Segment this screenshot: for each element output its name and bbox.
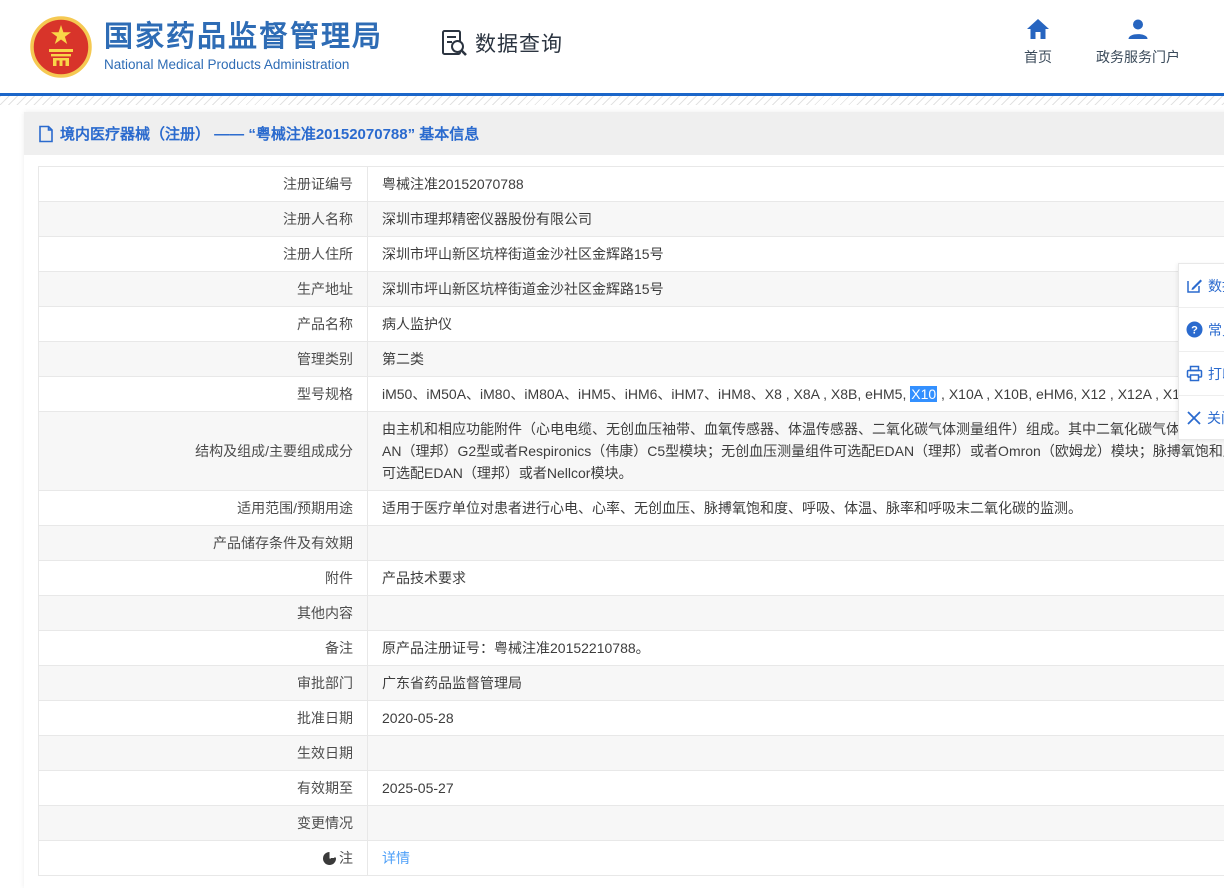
stripe-band [0,96,1224,105]
row-label: 注册人名称 [39,202,368,237]
row-value: 深圳市理邦精密仪器股份有限公司 [368,202,1224,237]
row-value [368,736,1224,771]
row-value: 粤械注准20152070788 [368,167,1224,202]
row-value: 广东省药品监督管理局 [368,666,1224,701]
org-name-cn: 国家药品监督管理局 [104,21,383,54]
side-panel-label: 常见 [1208,320,1224,340]
row-value: 由主机和相应功能附件（心电电缆、无创血压袖带、血氧传感器、体温传感器、二氧化碳气… [368,412,1224,491]
nav-portal[interactable]: 政务服务门户 [1096,18,1180,67]
model-text: iM50、iM50A、iM80、iM80A、iHM5、iHM6、iHM7、iHM… [382,386,910,402]
table-row: 其他内容 [39,596,1224,631]
org-title-block: 国家药品监督管理局 National Medical Products Admi… [104,21,383,72]
edit-icon [1186,277,1203,294]
side-panel-item-print[interactable]: 打印 [1179,352,1224,396]
side-panel-item-data[interactable]: 数据 [1179,264,1224,308]
row-label: 产品储存条件及有效期 [39,526,368,561]
row-value: 2020-05-28 [368,701,1224,736]
row-value: 深圳市坪山新区坑梓街道金沙社区金辉路15号 [368,237,1224,272]
question-icon: ? [1186,321,1203,338]
printer-icon [1186,365,1203,382]
row-label-text: 注 [339,850,353,866]
row-label: 批准日期 [39,701,368,736]
row-value: 病人监护仪 [368,307,1224,342]
row-label: 生效日期 [39,736,368,771]
row-value: 深圳市坪山新区坑梓街道金沙社区金辉路15号 [368,272,1224,307]
row-label: 型号规格 [39,377,368,412]
row-label: 注册证编号 [39,167,368,202]
row-label: 其他内容 [39,596,368,631]
table-row: 注册人名称深圳市理邦精密仪器股份有限公司 [39,202,1224,237]
nav-portal-label: 政务服务门户 [1096,47,1180,67]
row-value: 适用于医疗单位对患者进行心电、心率、无创血压、脉搏氧饱和度、呼吸、体温、脉率和呼… [368,491,1224,526]
row-value [368,596,1224,631]
table-row: 产品名称病人监护仪 [39,307,1224,342]
table-row: 注册证编号粤械注准20152070788 [39,167,1224,202]
svg-text:?: ? [1191,325,1198,337]
nav-home[interactable]: 首页 [1024,18,1052,67]
document-icon [38,125,54,143]
user-icon [1126,18,1150,40]
row-value: 第二类 [368,342,1224,377]
note-circle-icon [323,852,336,865]
header-nav: 首页 政务服务门户 [1024,18,1180,67]
row-value: 详情 [368,841,1224,876]
row-value: iM50、iM50A、iM80、iM80A、iHM5、iHM6、iHM7、iHM… [368,377,1224,412]
nmpa-emblem-icon [30,16,92,78]
table-row: 变更情况 [39,806,1224,841]
row-label: 产品名称 [39,307,368,342]
model-highlighted-text: X10 [910,386,937,402]
row-label: 有效期至 [39,771,368,806]
data-query-icon [439,28,469,58]
side-tools-panel: 数据 ? 常见 打印 关闭 [1178,263,1224,440]
table-row: 结构及组成/主要组成成分由主机和相应功能附件（心电电缆、无创血压袖带、血氧传感器… [39,412,1224,491]
home-icon [1026,18,1050,40]
nav-home-label: 首页 [1024,47,1052,67]
table-row: 型号规格 iM50、iM50A、iM80、iM80A、iHM5、iHM6、iHM7… [39,377,1224,412]
row-label: 生产地址 [39,272,368,307]
table-row: 备注原产品注册证号：粤械注准20152210788。 [39,631,1224,666]
side-panel-item-close[interactable]: 关闭 [1179,396,1224,439]
table-row: 管理类别第二类 [39,342,1224,377]
data-query-title: 数据查询 [439,28,563,58]
row-label: 附件 [39,561,368,596]
row-label: 注 [39,841,368,876]
row-label: 注册人住所 [39,237,368,272]
breadcrumb: 境内医疗器械（注册） —— “粤械注准20152070788” 基本信息 [24,112,1224,155]
side-panel-item-faq[interactable]: ? 常见 [1179,308,1224,352]
row-value: 2025-05-27 [368,771,1224,806]
row-label: 结构及组成/主要组成成分 [39,412,368,491]
row-value: 原产品注册证号：粤械注准20152210788。 [368,631,1224,666]
breadcrumb-text: 境内医疗器械（注册） —— “粤械注准20152070788” 基本信息 [60,123,479,144]
table-row: 注册人住所深圳市坪山新区坑梓街道金沙社区金辉路15号 [39,237,1224,272]
side-panel-label: 数据 [1208,276,1224,296]
row-label: 变更情况 [39,806,368,841]
row-label: 审批部门 [39,666,368,701]
row-value: 产品技术要求 [368,561,1224,596]
data-query-label: 数据查询 [475,28,563,58]
detail-table-wrap: 注册证编号粤械注准20152070788注册人名称深圳市理邦精密仪器股份有限公司… [38,166,1224,876]
table-row: 批准日期2020-05-28 [39,701,1224,736]
table-row: 适用范围/预期用途适用于医疗单位对患者进行心电、心率、无创血压、脉搏氧饱和度、呼… [39,491,1224,526]
table-row: 注 详情 [39,841,1224,876]
side-panel-label: 打印 [1208,364,1224,384]
org-name-en: National Medical Products Administration [104,57,383,72]
table-row: 产品储存条件及有效期 [39,526,1224,561]
table-row: 生产地址深圳市坪山新区坑梓街道金沙社区金辉路15号 [39,272,1224,307]
row-label: 适用范围/预期用途 [39,491,368,526]
row-label: 备注 [39,631,368,666]
row-value [368,526,1224,561]
table-row: 生效日期 [39,736,1224,771]
content-card: 境内医疗器械（注册） —— “粤械注准20152070788” 基本信息 注册证… [24,112,1224,888]
row-value [368,806,1224,841]
table-row: 有效期至2025-05-27 [39,771,1224,806]
detail-table: 注册证编号粤械注准20152070788注册人名称深圳市理邦精密仪器股份有限公司… [38,166,1224,876]
side-panel-label: 关闭 [1207,408,1224,428]
row-label: 管理类别 [39,342,368,377]
table-row: 审批部门广东省药品监督管理局 [39,666,1224,701]
page-header: 国家药品监督管理局 National Medical Products Admi… [0,0,1224,93]
table-row: 附件产品技术要求 [39,561,1224,596]
close-icon [1186,410,1202,426]
note-detail-link[interactable]: 详情 [382,850,410,866]
